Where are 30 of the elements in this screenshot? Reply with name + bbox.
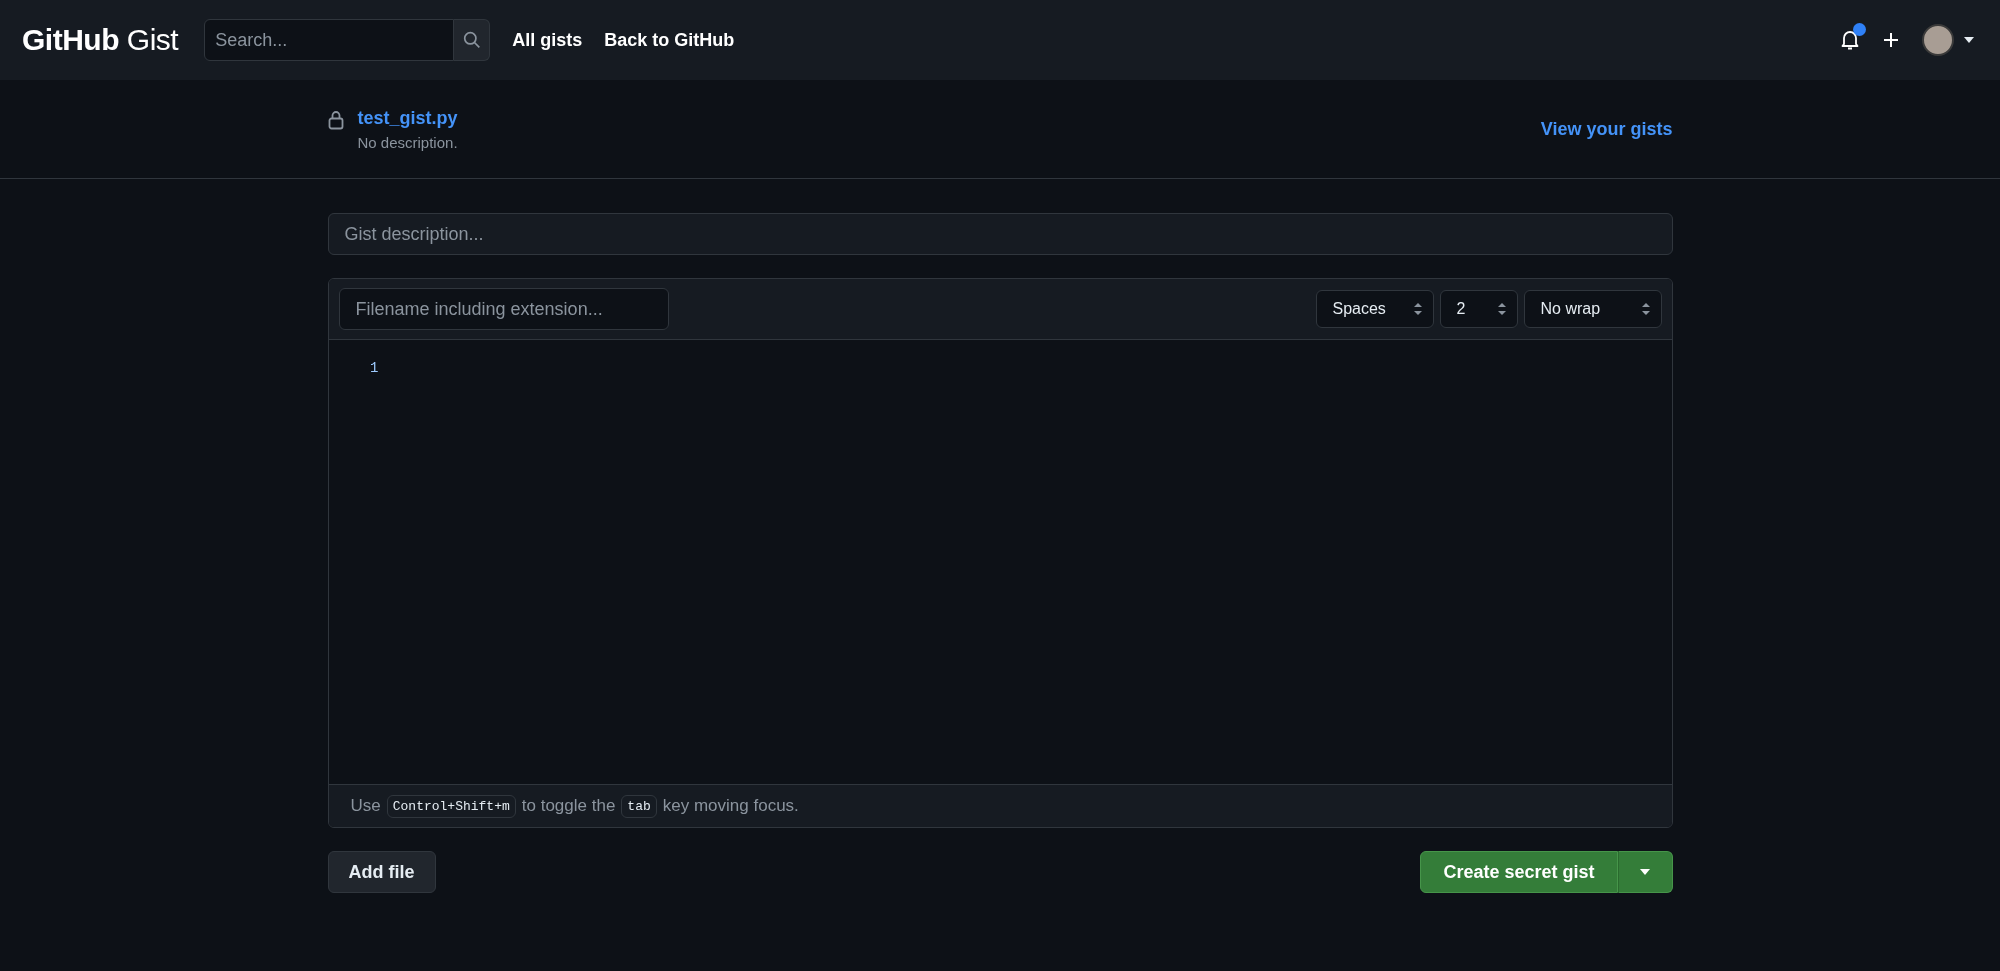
select-dropdown[interactable]: 2 xyxy=(1439,290,1518,328)
hint-text: Use xyxy=(350,796,381,816)
keyboard-key: tab xyxy=(621,794,657,818)
select-dropdown[interactable]: No wrap xyxy=(1523,290,1662,328)
search-icon xyxy=(462,31,481,49)
gist-logo[interactable]: GitHub Gist xyxy=(22,23,179,57)
add-file-button[interactable]: Add file xyxy=(327,851,436,893)
gist-description-field[interactable]: Gist description... xyxy=(327,213,1673,255)
bell-icon[interactable] xyxy=(1840,29,1860,51)
avatar[interactable] xyxy=(1922,24,1954,56)
search-field[interactable]: Search... xyxy=(204,19,455,61)
up-down-arrows-icon xyxy=(1640,302,1651,316)
nav-link[interactable]: All gists xyxy=(512,29,583,51)
hint-text: key moving focus. xyxy=(662,796,799,816)
plus-icon[interactable] xyxy=(1882,31,1900,49)
create-gist-button[interactable]: Create secret gist xyxy=(1420,851,1618,893)
gist-filename-link[interactable]: test_gist.py xyxy=(357,107,458,128)
caret-icon xyxy=(1640,869,1650,875)
keyboard-key: Control+Shift+m xyxy=(386,794,516,818)
gist-description: No description. xyxy=(357,133,458,151)
line-number: 1 xyxy=(369,360,379,376)
select-dropdown[interactable]: Spaces xyxy=(1315,290,1434,328)
hint-text: to toggle the xyxy=(521,796,616,816)
nav-link[interactable]: Back to GitHub xyxy=(604,29,735,51)
search-button[interactable] xyxy=(454,19,491,61)
up-down-arrows-icon xyxy=(1412,302,1423,316)
filename-field[interactable]: Filename including extension... xyxy=(338,288,669,330)
up-down-arrows-icon xyxy=(1496,302,1507,316)
caret-icon[interactable] xyxy=(1964,37,1974,43)
view-gists-link[interactable]: View your gists xyxy=(1540,118,1673,140)
